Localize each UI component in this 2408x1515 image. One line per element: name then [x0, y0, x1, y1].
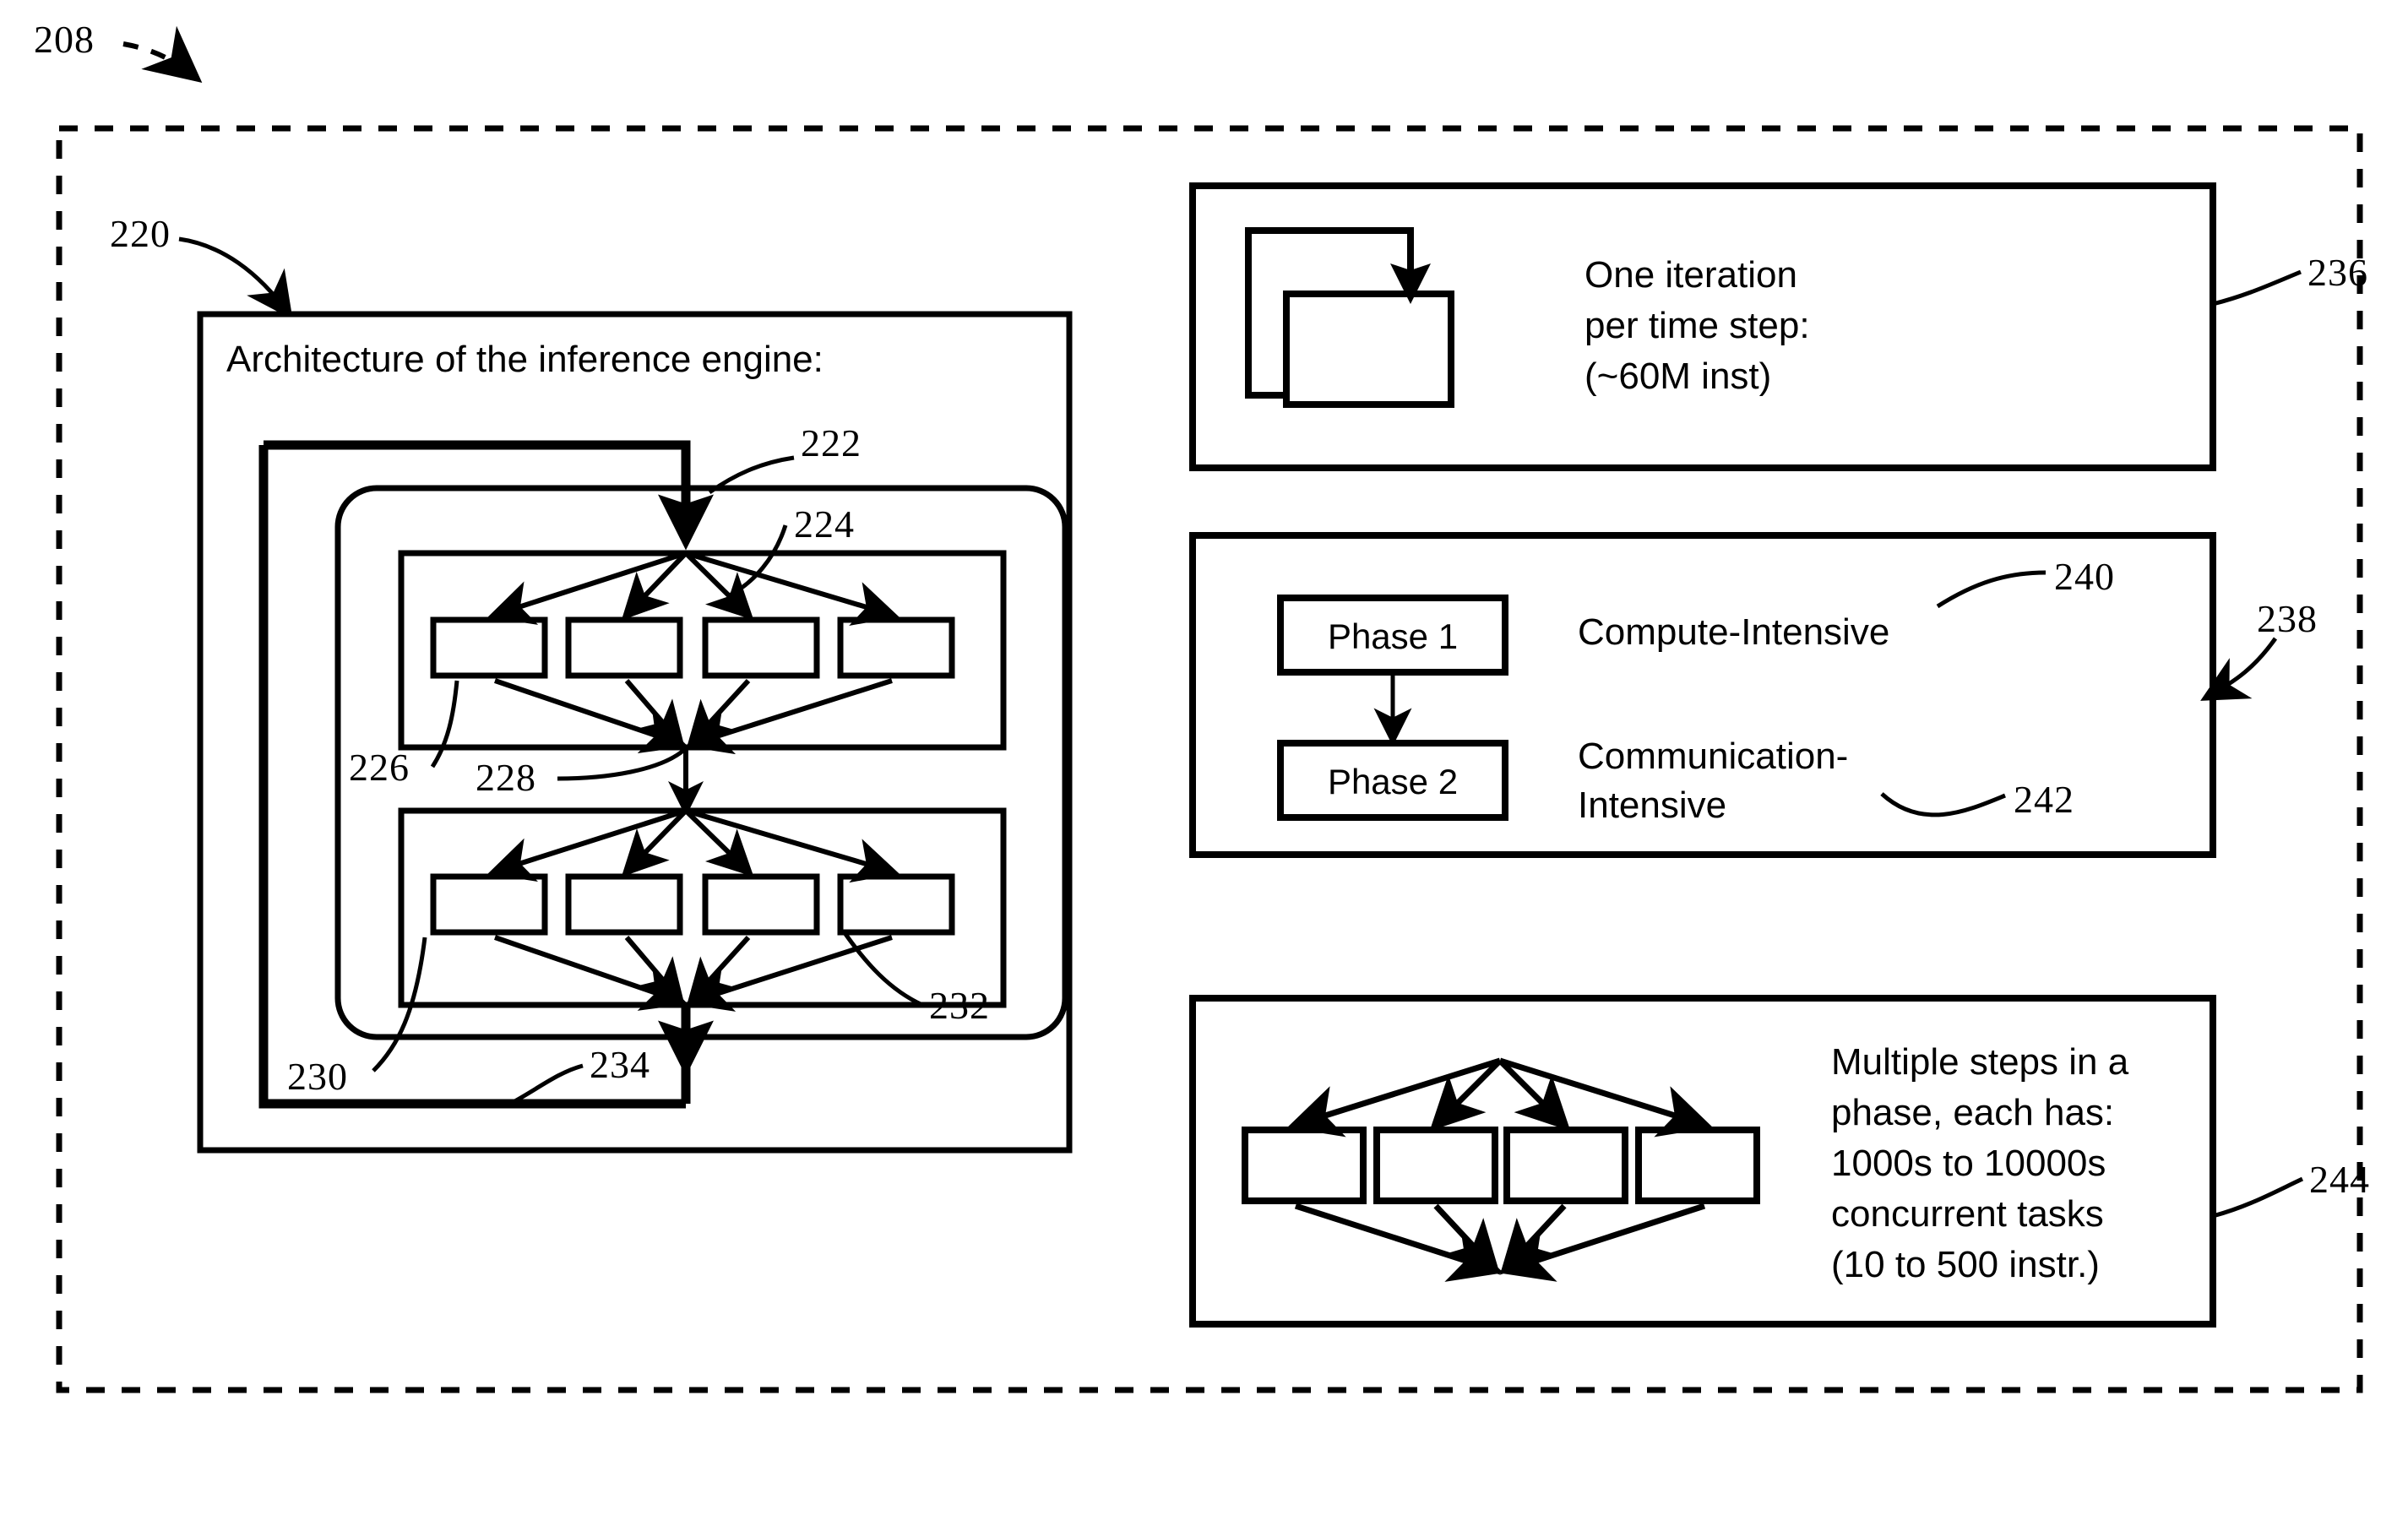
ref-number-244: 244: [2309, 1158, 2370, 1201]
ref-number-232: 232: [929, 984, 990, 1027]
unit-box-upper-3: [702, 616, 820, 679]
leader-line-236: [2212, 269, 2302, 307]
phase-1-label: Phase 1: [1328, 616, 1458, 656]
leader-line-220: [178, 236, 293, 320]
task-box-2: [1373, 1127, 1498, 1204]
task-box-1: [1242, 1127, 1367, 1204]
unit-box-upper-1: [430, 616, 548, 679]
compute-intensive-label: Compute-Intensive: [1578, 611, 1889, 653]
leader-line-238: [2200, 637, 2278, 701]
loop-inner-box: [1283, 291, 1454, 408]
panel-244-line-1: Multiple steps in a: [1831, 1041, 2129, 1083]
ref-number-236: 236: [2307, 251, 2368, 294]
unit-box-lower-2: [565, 873, 683, 936]
panel-244-line-2: phase, each has:: [1831, 1092, 2114, 1133]
ref-number-220: 220: [110, 212, 171, 255]
ref-number-240: 240: [2054, 555, 2115, 598]
ref-number-230: 230: [287, 1055, 348, 1098]
unit-box-lower-1: [430, 873, 548, 936]
ref-number-242: 242: [2014, 778, 2074, 821]
task-box-3: [1503, 1127, 1628, 1204]
unit-box-lower-4: [837, 873, 955, 936]
ref-number-228: 228: [476, 756, 536, 799]
ref-number-208: 208: [34, 18, 95, 61]
ref-number-226: 226: [349, 746, 410, 789]
panel-236-line-3: (~60M inst): [1584, 356, 1771, 397]
ref-number-222: 222: [801, 421, 862, 464]
patent-figure-208: 208 220 Architecture of the inference en…: [0, 0, 2408, 1515]
task-box-4: [1635, 1127, 1760, 1204]
communication-intensive-line-2: Intensive: [1578, 785, 1726, 826]
panel-244-line-4: concurrent tasks: [1831, 1193, 2104, 1235]
leader-line-244: [2212, 1176, 2304, 1219]
inference-engine-title: Architecture of the inference engine:: [226, 339, 824, 380]
unit-box-lower-3: [702, 873, 820, 936]
phase-2-label: Phase 2: [1328, 762, 1458, 801]
unit-box-upper-2: [565, 616, 683, 679]
panel-236-line-1: One iteration: [1584, 254, 1797, 296]
ref-number-238: 238: [2257, 597, 2318, 640]
panel-236-line-2: per time step:: [1584, 305, 1810, 346]
ref-number-234: 234: [590, 1043, 650, 1086]
ref-number-224: 224: [794, 502, 855, 546]
communication-intensive-line-1: Communication-: [1578, 736, 1848, 777]
panel-244-line-5: (10 to 500 instr.): [1831, 1244, 2100, 1285]
leader-line-208: [122, 25, 203, 83]
panel-244-line-3: 1000s to 10000s: [1831, 1143, 2106, 1184]
figure-canvas: 208 220 Architecture of the inference en…: [34, 18, 2370, 1393]
unit-box-upper-4: [837, 616, 955, 679]
